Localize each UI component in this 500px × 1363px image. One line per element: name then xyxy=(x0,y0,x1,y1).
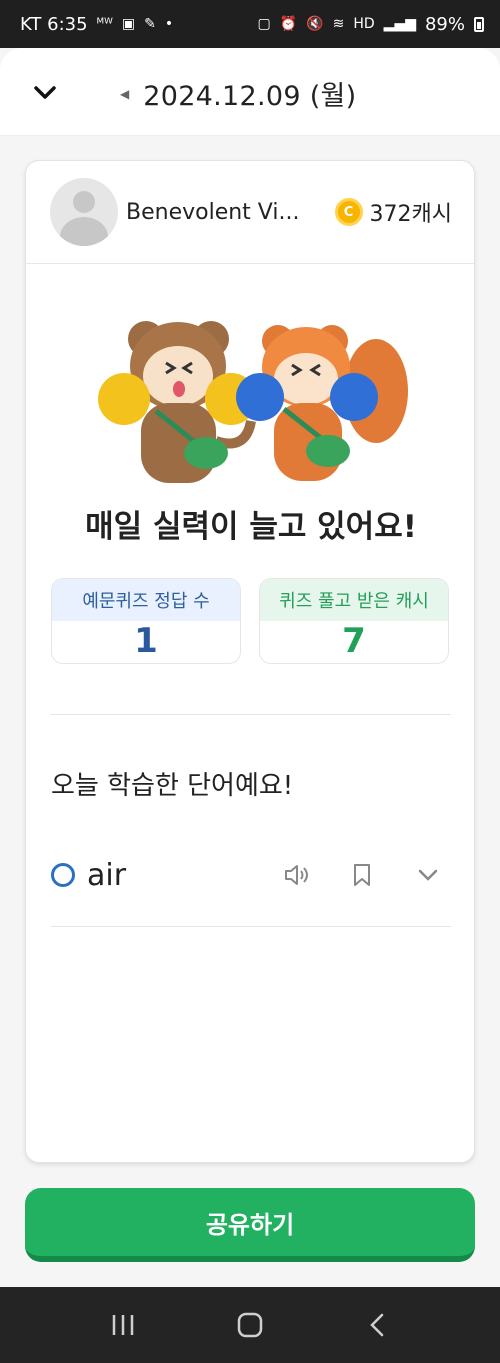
app-icon: ▢ xyxy=(257,16,271,32)
avatar xyxy=(50,178,118,246)
stat-quiz-cash: 퀴즈 풀고 받은 캐시 7 xyxy=(259,578,449,664)
chevron-down-icon xyxy=(34,86,56,99)
collapse-button[interactable] xyxy=(28,76,62,110)
home-button[interactable] xyxy=(220,1295,280,1355)
stat-label: 퀴즈 풀고 받은 캐시 xyxy=(260,579,448,621)
battery-icon xyxy=(474,16,484,32)
back-button[interactable] xyxy=(347,1295,407,1355)
wifi-icon: ≋ xyxy=(332,16,345,32)
mw-icon: ᴹᵂ xyxy=(96,16,113,32)
stat-label: 예문퀴즈 정답 수 xyxy=(52,579,240,621)
stat-value: 1 xyxy=(134,621,158,661)
circle-icon xyxy=(51,863,75,887)
system-nav-bar xyxy=(0,1287,500,1363)
back-icon xyxy=(369,1313,383,1337)
battery-text: 89% xyxy=(424,13,465,35)
stat-value: 7 xyxy=(342,621,366,661)
share-button[interactable]: 공유하기 xyxy=(25,1188,475,1262)
recent-apps-icon xyxy=(113,1315,134,1335)
speaker-button[interactable] xyxy=(277,856,315,894)
carrier-time: KT 6:35 xyxy=(20,13,88,35)
cheering-characters-illustration xyxy=(98,321,408,483)
coin-icon: C xyxy=(334,198,363,226)
section-title: 오늘 학습한 단어예요! xyxy=(51,771,294,801)
prev-date-icon[interactable]: ◀ xyxy=(120,87,129,101)
status-bar: KT 6:35 ᴹᵂ ▣ ✎ • ▢ ⏰ 🔇 ≋ HD ▂▄▆ 89% xyxy=(0,0,500,48)
top-header: ◀ 2024.12.09 (월) xyxy=(0,48,500,136)
word-text: air xyxy=(87,857,127,893)
headline: 매일 실력이 늘고 있어요! xyxy=(85,509,417,545)
expand-button[interactable] xyxy=(409,856,447,894)
profile-row: Benevolent Vi... C 372캐시 xyxy=(26,161,474,264)
monkey-character xyxy=(98,321,257,483)
word-row[interactable]: air xyxy=(51,845,451,905)
cash-balance: C 372캐시 xyxy=(334,196,452,228)
divider xyxy=(51,926,451,927)
bookmark-icon xyxy=(354,864,370,886)
user-name: Benevolent Vi... xyxy=(126,199,300,225)
home-icon xyxy=(237,1312,263,1338)
alarm-icon: ⏰ xyxy=(279,16,298,32)
mute-icon: 🔇 xyxy=(306,16,324,32)
chevron-down-icon xyxy=(418,869,438,881)
stat-quiz-correct: 예문퀴즈 정답 수 1 xyxy=(51,578,241,664)
share-card: Benevolent Vi... C 372캐시 매일 실력이 늘고 있어요! … xyxy=(25,160,475,1163)
bookmark-button[interactable] xyxy=(343,856,381,894)
signal-icon: ▂▄▆ xyxy=(383,16,416,32)
date-title: 2024.12.09 (월) xyxy=(143,81,357,112)
cash-amount: 372캐시 xyxy=(369,202,452,227)
dot-icon: • xyxy=(164,16,174,32)
recent-apps-button[interactable] xyxy=(93,1295,153,1355)
divider xyxy=(51,714,451,715)
squirrel-character xyxy=(236,325,408,481)
pen-icon: ✎ xyxy=(144,16,156,32)
image-icon: ▣ xyxy=(121,16,136,32)
hd-icon: HD xyxy=(353,16,375,32)
speaker-icon xyxy=(285,865,308,885)
